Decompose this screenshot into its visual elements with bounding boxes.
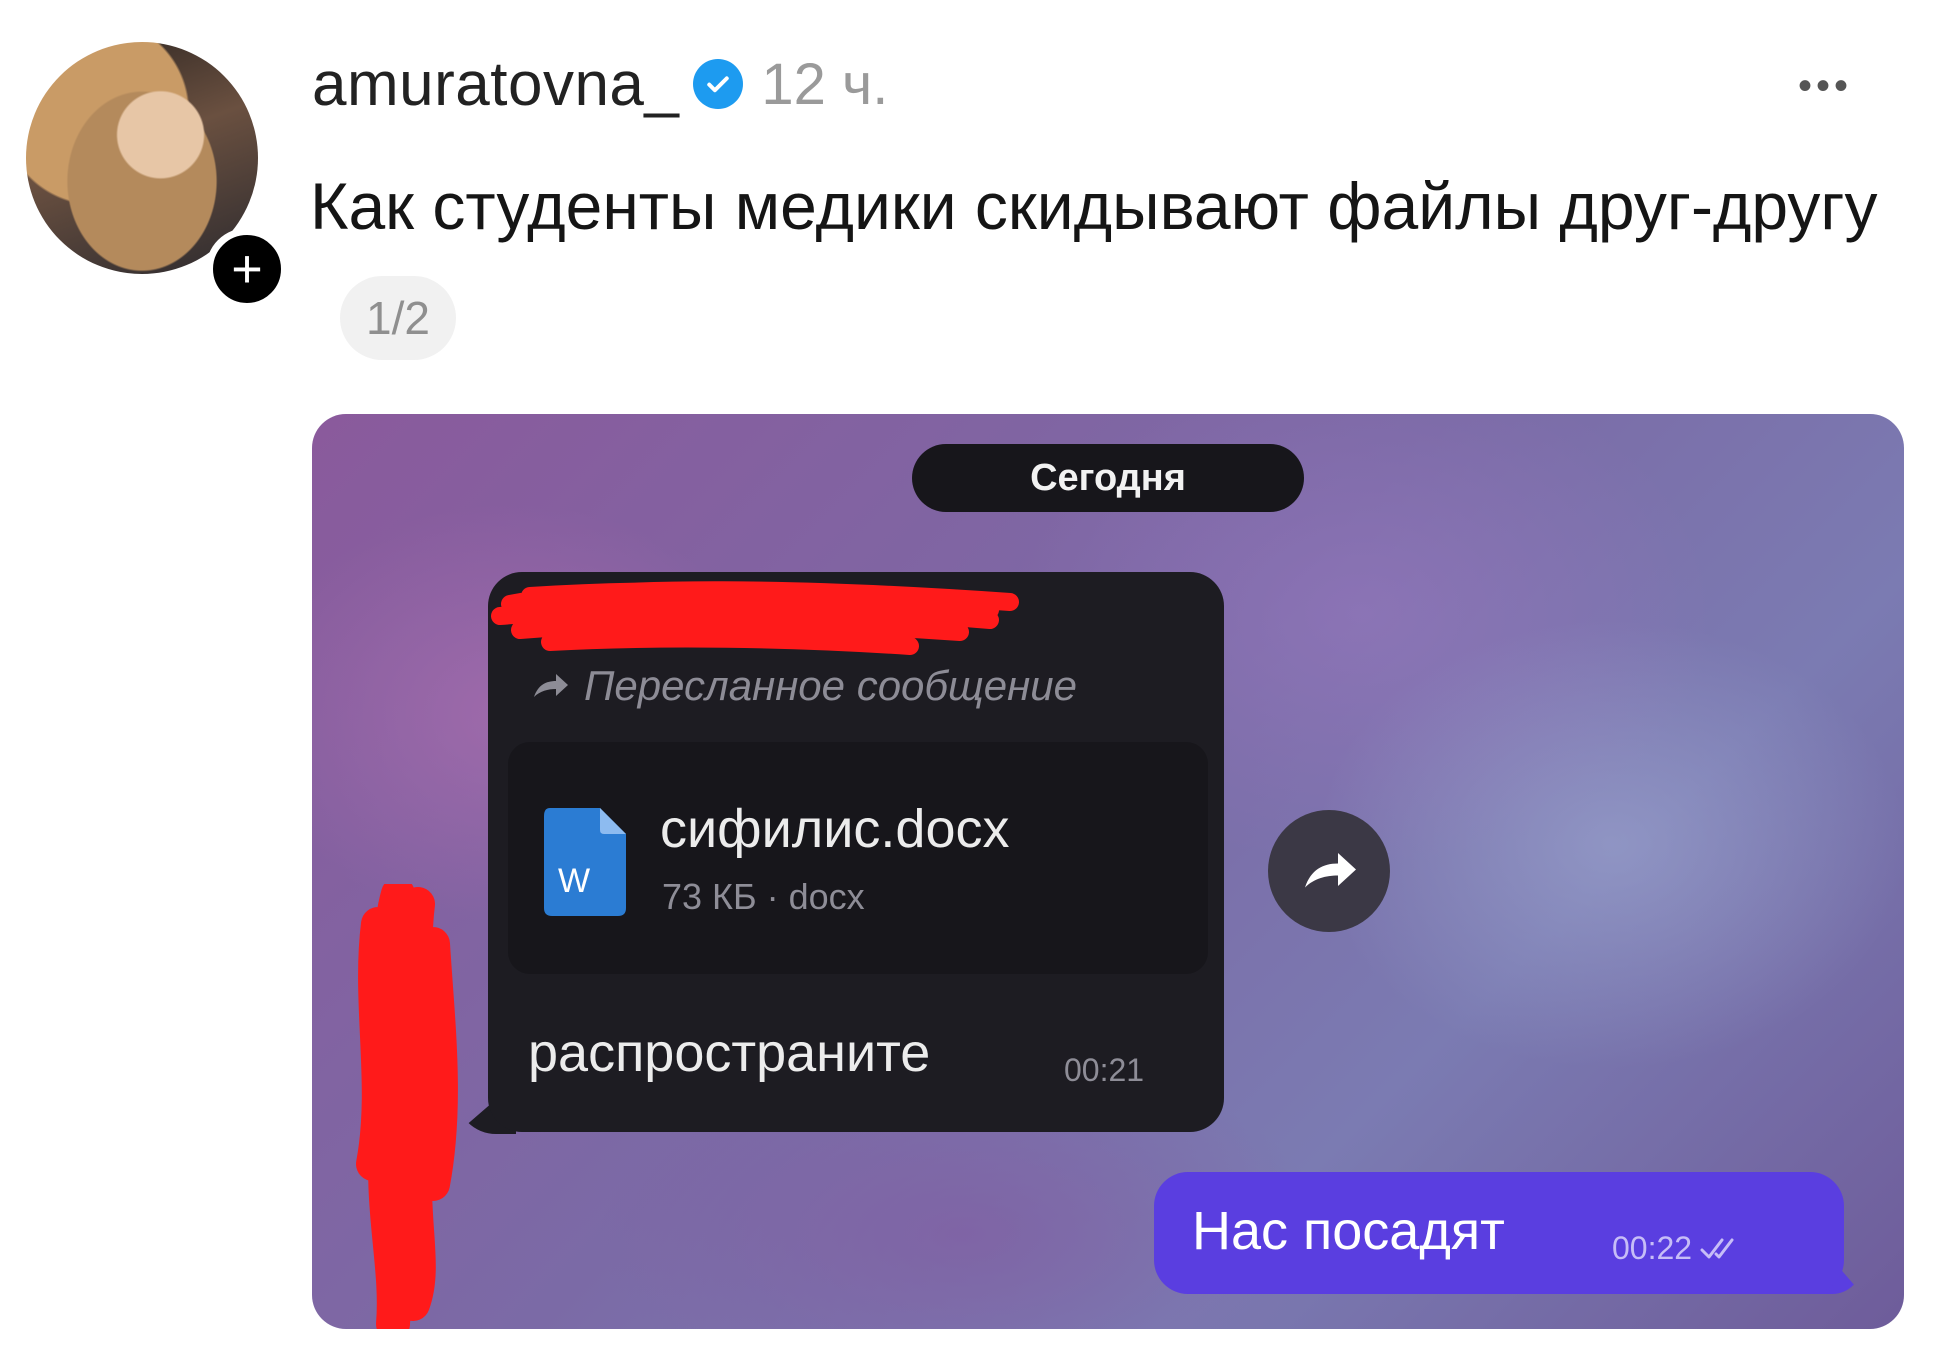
outgoing-message-status: 00:22 [1612, 1230, 1744, 1267]
forwarded-label-text: Пересланное сообщение [584, 662, 1077, 709]
word-file-icon: W [544, 808, 626, 916]
post-caption: Как студенты медики скидывают файлы друг… [310, 169, 1878, 243]
verified-badge-icon [693, 59, 744, 109]
post-image[interactable]: Сегодня Пересланное сообщение W сифилис.… [312, 414, 1904, 1329]
more-options-icon[interactable]: ••• [1798, 64, 1852, 109]
redaction-scribble-side [356, 884, 458, 1329]
double-check-icon [1700, 1238, 1734, 1258]
outgoing-message-text: Нас посадят [1192, 1201, 1505, 1261]
file-meta: 73 КБ · docx [662, 876, 865, 917]
post-header: amuratovna_ 12 ч. [312, 44, 888, 124]
forwarded-label: Пересланное сообщение [530, 662, 1077, 710]
share-button[interactable] [1268, 810, 1390, 932]
page-indicator: 1/2 [340, 275, 456, 360]
avatar-container[interactable]: + [26, 42, 288, 310]
forward-arrow-icon [534, 674, 568, 697]
follow-plus-icon[interactable]: + [206, 228, 288, 310]
incoming-message-text: распространите [528, 1023, 931, 1083]
post-text-container: Как студенты медики скидывают файлы друг… [310, 150, 1910, 374]
share-icon [1305, 853, 1356, 888]
username[interactable]: amuratovna_ [312, 49, 679, 120]
file-name[interactable]: сифилис.docx [660, 798, 1010, 860]
incoming-message-time: 00:21 [1064, 1052, 1145, 1088]
date-separator: Сегодня [912, 444, 1304, 512]
redaction-scribble-top [491, 581, 1019, 655]
post-timestamp: 12 ч. [761, 51, 889, 117]
outgoing-message-time: 00:22 [1612, 1230, 1693, 1266]
svg-text:W: W [558, 862, 590, 900]
